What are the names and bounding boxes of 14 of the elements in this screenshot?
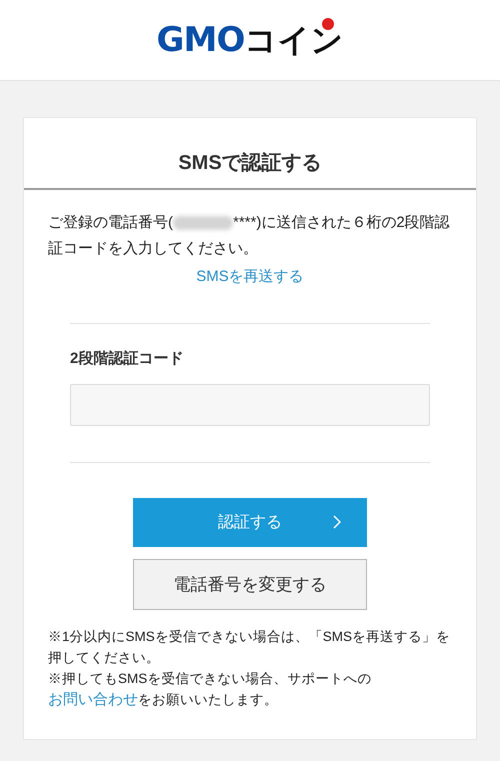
contact-link[interactable]: お問い合わせ [48,691,138,708]
field-label: 2段階認証コード [70,348,184,368]
dot-icon [322,18,334,30]
resend-link[interactable]: SMSを再送する [196,266,304,288]
logo-text: コイン [244,24,344,56]
instruction-text: ご登録の電話番号( ****)に送信された６桁の2段階認証コードを入力してください。 [48,213,451,259]
logo-text: GMO [156,23,245,57]
change-phone-button[interactable]: 電話番号を変更する [133,559,367,610]
chevron-right-icon [333,515,341,529]
card-title: SMSで認証する [24,118,476,190]
verify-button[interactable]: 認証する [133,498,367,547]
note-text: ※押してもSMSを受信できない場合、サポートへの お問い合わせをお願いいたします。 [48,670,372,710]
code-input-field[interactable] [70,384,430,426]
note-text: ※1分以内にSMSを受信できない場合は、「SMSを再送する」を押してください。 [48,628,452,667]
